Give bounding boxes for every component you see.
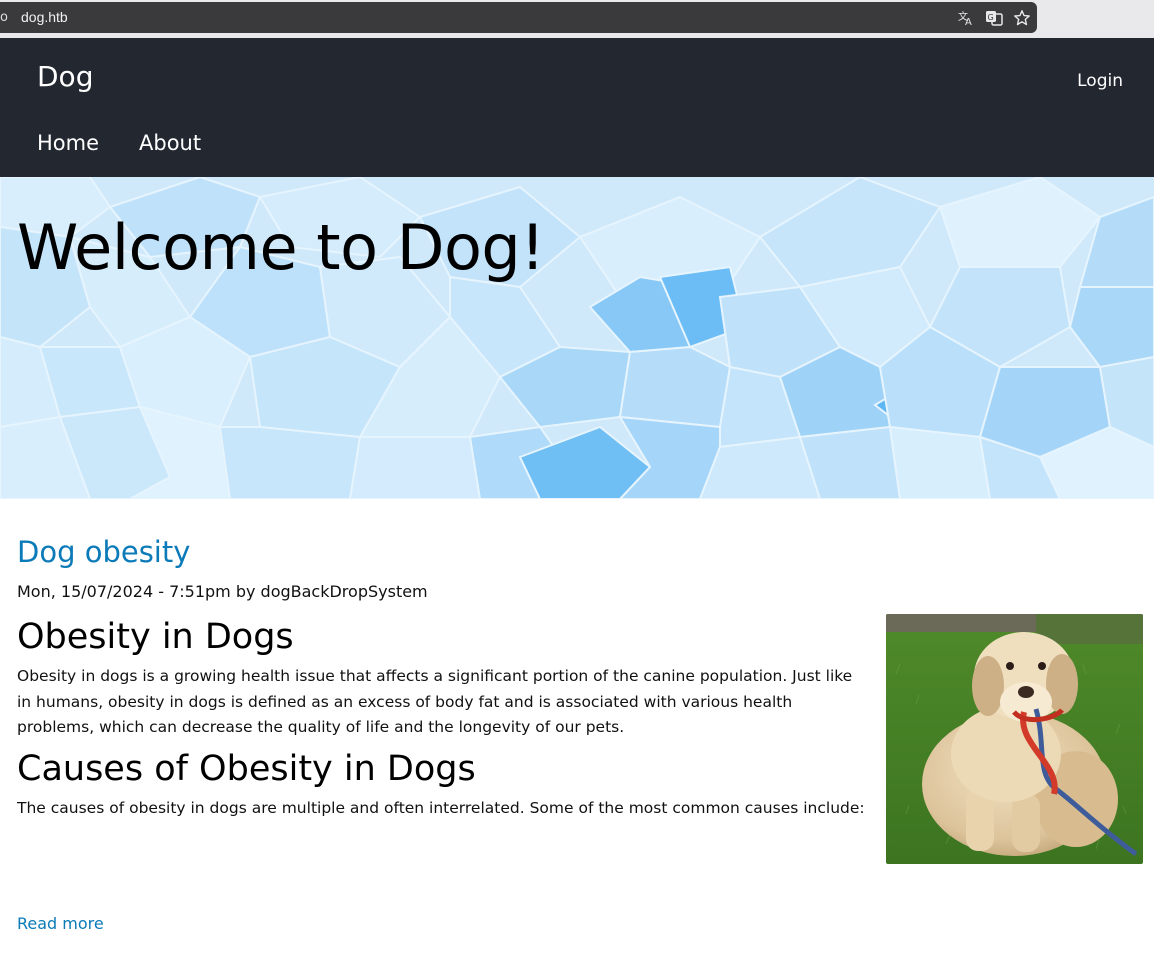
login-link[interactable]: Login [1077, 71, 1123, 91]
translate-icon[interactable]: 文A [957, 9, 975, 27]
obese-labrador-image [886, 614, 1143, 864]
address-bar-actions: 文A G [957, 2, 1031, 33]
url-text[interactable]: dog.htb [21, 2, 68, 33]
article-teaser: Dog obesity Mon, 15/07/2024 - 7:51pm by … [17, 535, 1147, 933]
site-name-link[interactable]: Dog [37, 60, 93, 93]
site-header: Dog Login Home About [0, 38, 1154, 177]
url-edge-glyph: o [0, 10, 8, 25]
bookmark-star-icon[interactable] [1013, 9, 1031, 27]
nav-item-home[interactable]: Home [37, 131, 99, 155]
main-nav: Home About [37, 131, 201, 155]
nav-item-about[interactable]: About [139, 131, 201, 155]
hero-title: Welcome to Dog! [17, 211, 545, 284]
dog-photo [886, 614, 1143, 864]
reader-translate-icon[interactable]: G [985, 9, 1003, 27]
address-bar[interactable]: o dog.htb 文A G [0, 2, 1037, 33]
article-meta: Mon, 15/07/2024 - 7:51pm by dogBackDropS… [17, 582, 428, 601]
paragraph-intro: Obesity in dogs is a growing health issu… [17, 667, 853, 736]
browser-chrome: o dog.htb 文A G [0, 0, 1154, 38]
article-title-link[interactable]: Dog obesity [17, 535, 1147, 569]
hero-banner: Welcome to Dog! [0, 177, 1154, 499]
svg-text:A: A [965, 17, 972, 27]
read-more-link[interactable]: Read more [17, 914, 104, 933]
svg-text:G: G [988, 13, 994, 22]
